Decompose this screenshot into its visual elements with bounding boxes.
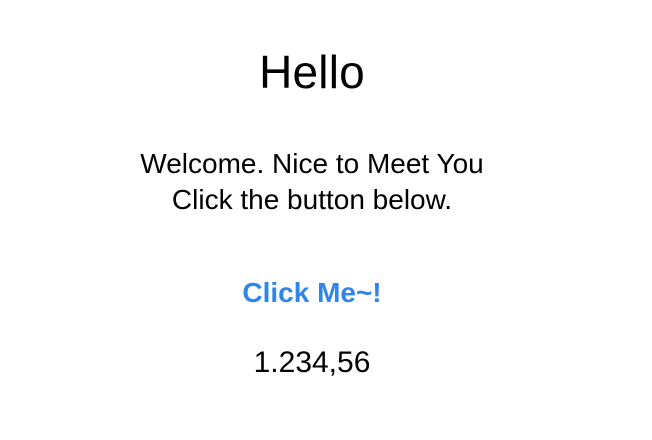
click-me-button[interactable]: Click Me~! xyxy=(0,274,624,312)
welcome-line: Welcome. Nice to Meet You xyxy=(140,148,484,179)
hello-title: Hello xyxy=(259,46,365,98)
main-screen: Hello Welcome. Nice to Meet You Click th… xyxy=(0,0,652,440)
instruction-line: Click the button below. xyxy=(171,184,453,215)
formatted-number-value: 1.234,56 xyxy=(253,346,371,379)
welcome-message: Welcome. Nice to Meet You Click the butt… xyxy=(0,146,624,218)
